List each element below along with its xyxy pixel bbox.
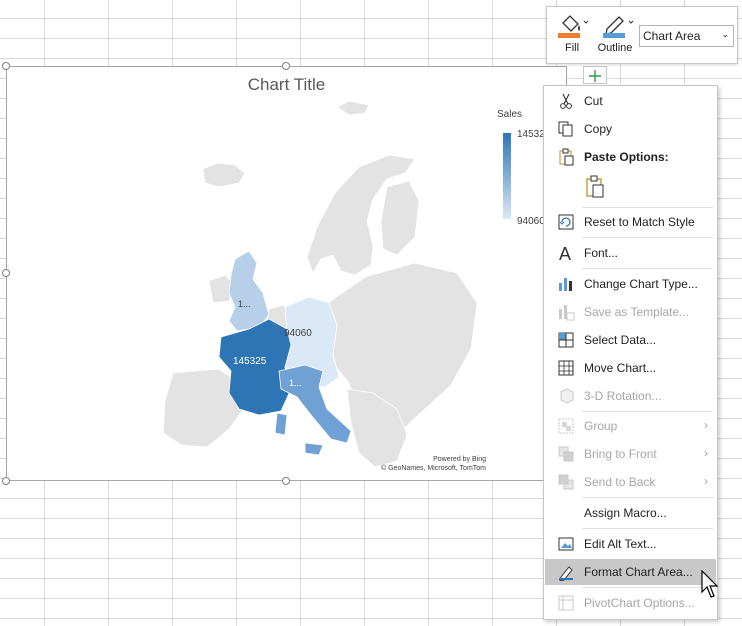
paste-icon bbox=[559, 148, 574, 166]
menu-item-3d-rotation: 3-D Rotation... bbox=[545, 383, 716, 409]
template-icon bbox=[559, 305, 575, 321]
menu-item-label: Move Chart... bbox=[584, 361, 657, 375]
menu-item-move-chart[interactable]: Move Chart... bbox=[545, 355, 716, 381]
group-icon bbox=[558, 418, 574, 434]
menu-item-label: Send to Back bbox=[584, 475, 656, 489]
menu-item-label: Cut bbox=[584, 94, 603, 108]
format-area-icon bbox=[559, 566, 573, 581]
chart-element-select[interactable]: Chart Area ⌄ bbox=[639, 25, 734, 47]
legend-title: Sales bbox=[497, 109, 523, 120]
fill-label: Fill bbox=[564, 42, 580, 54]
context-menu: Cut Copy Paste Options: Reset to Match S… bbox=[543, 85, 718, 620]
menu-item-label: Edit Alt Text... bbox=[584, 537, 657, 551]
font-icon: A bbox=[559, 244, 571, 262]
map-italy bbox=[274, 364, 352, 456]
plus-icon bbox=[589, 70, 601, 82]
menu-item-select-data[interactable]: Select Data... bbox=[545, 327, 716, 353]
attribution-sources: © GeoNames, Microsoft, TomTom bbox=[381, 465, 486, 472]
map-attribution: Powered by Bing © GeoNames, Microsoft, T… bbox=[381, 455, 486, 473]
data-label-uk: 1... bbox=[238, 299, 251, 309]
rotation-3d-icon bbox=[560, 388, 574, 404]
legend-min-value: 94060 bbox=[517, 216, 545, 227]
chart-element-value: Chart Area bbox=[643, 29, 701, 43]
menu-item-cut[interactable]: Cut bbox=[545, 88, 716, 114]
menu-item-label: Save as Template... bbox=[584, 305, 690, 319]
menu-item-label: Format Chart Area... bbox=[584, 565, 693, 579]
select-data-icon bbox=[558, 332, 574, 348]
menu-item-edit-alt-text[interactable]: Edit Alt Text... bbox=[545, 531, 716, 557]
map-finland bbox=[380, 180, 420, 256]
pivot-options-icon bbox=[558, 595, 574, 611]
resize-handle-tl[interactable] bbox=[2, 62, 10, 70]
data-label-france: 145325 bbox=[233, 356, 267, 367]
resize-handle-bm[interactable] bbox=[282, 477, 290, 485]
resize-handle-ml[interactable] bbox=[2, 269, 10, 277]
menu-item-label: Assign Macro... bbox=[584, 506, 667, 520]
chevron-right-icon: › bbox=[704, 446, 708, 460]
menu-item-label: Paste Options: bbox=[584, 150, 669, 164]
data-label-italy: 1... bbox=[289, 378, 302, 388]
menu-item-pivotchart-options: PivotChart Options... bbox=[545, 590, 716, 616]
paste-clipboard-icon bbox=[586, 175, 604, 198]
bring-front-icon bbox=[558, 446, 574, 462]
chevron-down-icon: ⌄ bbox=[721, 29, 729, 39]
chevron-right-icon: › bbox=[704, 418, 708, 432]
outline-button[interactable]: Outline bbox=[593, 11, 637, 54]
map-iceland bbox=[202, 162, 246, 188]
mouse-cursor-icon bbox=[701, 570, 719, 598]
chevron-right-icon: › bbox=[704, 474, 708, 488]
menu-item-label: Reset to Match Style bbox=[584, 215, 695, 229]
menu-item-label: 3-D Rotation... bbox=[584, 389, 662, 403]
chart-elements-button[interactable] bbox=[583, 66, 607, 84]
alt-text-icon bbox=[558, 537, 574, 551]
reset-style-icon bbox=[558, 214, 574, 230]
menu-item-send-back: Send to Back › bbox=[545, 469, 716, 495]
menu-item-assign-macro[interactable]: Assign Macro... bbox=[545, 500, 716, 526]
copy-icon bbox=[558, 121, 573, 137]
attribution-bing: Powered by Bing bbox=[433, 456, 486, 463]
outline-label: Outline bbox=[597, 42, 633, 54]
menu-item-save-template: Save as Template... bbox=[545, 299, 716, 325]
format-mini-toolbar: Fill Outline Chart Area ⌄ bbox=[546, 6, 738, 64]
europe-map bbox=[162, 100, 478, 468]
map-svalbard bbox=[336, 100, 370, 116]
legend-max-value: 14532 bbox=[517, 129, 545, 140]
legend-color-scale bbox=[503, 133, 511, 219]
menu-item-label: PivotChart Options... bbox=[584, 596, 695, 610]
menu-item-label: Copy bbox=[584, 122, 613, 136]
resize-handle-tm[interactable] bbox=[282, 62, 290, 70]
menu-item-group: Group › bbox=[545, 413, 716, 439]
menu-item-label: Group bbox=[584, 419, 618, 433]
paste-keep-formatting-button[interactable] bbox=[582, 174, 608, 200]
menu-item-label: Font... bbox=[584, 246, 619, 260]
svg-text:A: A bbox=[559, 244, 571, 262]
menu-item-label: Change Chart Type... bbox=[584, 277, 698, 291]
pen-outline-icon bbox=[603, 16, 634, 38]
menu-item-paste-options: Paste Options: bbox=[545, 144, 716, 170]
menu-item-label: Select Data... bbox=[584, 333, 657, 347]
paint-bucket-icon bbox=[558, 15, 589, 38]
menu-item-label: Bring to Front bbox=[584, 447, 657, 461]
data-label-germany: 94060 bbox=[284, 328, 312, 339]
fill-button[interactable]: Fill bbox=[553, 11, 591, 54]
menu-item-font[interactable]: A Font... bbox=[545, 240, 716, 266]
menu-item-reset-style[interactable]: Reset to Match Style bbox=[545, 209, 716, 235]
send-back-icon bbox=[558, 474, 574, 490]
menu-item-bring-front: Bring to Front › bbox=[545, 441, 716, 467]
chart-type-icon bbox=[559, 278, 572, 291]
map-chart[interactable]: Chart Title Sales 14532 94060 145325 940… bbox=[6, 66, 567, 481]
menu-item-change-chart-type[interactable]: Change Chart Type... bbox=[545, 271, 716, 297]
chart-title[interactable]: Chart Title bbox=[7, 75, 566, 95]
move-chart-icon bbox=[558, 360, 574, 376]
resize-handle-bl[interactable] bbox=[2, 477, 10, 485]
map-uk bbox=[228, 250, 270, 332]
scissors-icon bbox=[560, 93, 572, 109]
menu-item-copy[interactable]: Copy bbox=[545, 116, 716, 142]
menu-item-format-chart-area[interactable]: Format Chart Area... bbox=[545, 559, 716, 585]
